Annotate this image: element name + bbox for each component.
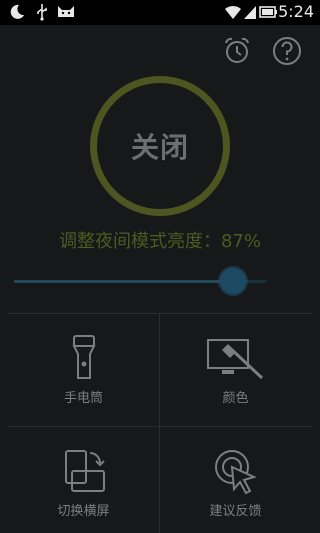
- moon-icon: [8, 3, 26, 25]
- status-time: 5:24: [278, 2, 314, 21]
- rotate-screen-button[interactable]: 切换横屏: [8, 427, 159, 533]
- color-button[interactable]: 颜色: [160, 314, 311, 426]
- battery-icon: [259, 3, 279, 25]
- rotate-screen-icon: [64, 450, 105, 492]
- flashlight-label: 手电筒: [63, 391, 103, 406]
- flashlight-button[interactable]: 手电筒: [8, 314, 159, 426]
- feedback-label: 建议反馈: [209, 504, 262, 519]
- alarm-clock-icon[interactable]: [220, 34, 254, 68]
- status-bar: 5:24: [0, 0, 320, 25]
- help-icon[interactable]: [270, 34, 304, 68]
- color-label: 颜色: [222, 391, 249, 406]
- feedback-button[interactable]: 建议反馈: [160, 427, 311, 533]
- signal-icon: [243, 3, 257, 25]
- feedback-icon: [214, 450, 257, 495]
- brightness-label: 调整夜间模式亮度：87%: [58, 231, 261, 252]
- color-palette-icon: [206, 339, 263, 380]
- flashlight-icon: [71, 335, 96, 379]
- rotate-screen-label: 切换横屏: [57, 504, 110, 519]
- brightness-slider-fill: [14, 280, 234, 283]
- power-label: 关闭: [130, 131, 189, 164]
- power-toggle-button[interactable]: 关闭: [90, 76, 230, 216]
- brightness-slider-thumb[interactable]: [220, 268, 247, 294]
- usb-icon: [34, 3, 50, 25]
- wifi-icon: [224, 3, 242, 25]
- night-mode-screen: 5:24 关闭 调整夜间模式亮度：87% 手电筒 颜色 切换横屏 建议反馈: [0, 0, 320, 533]
- cat-icon: [56, 3, 76, 25]
